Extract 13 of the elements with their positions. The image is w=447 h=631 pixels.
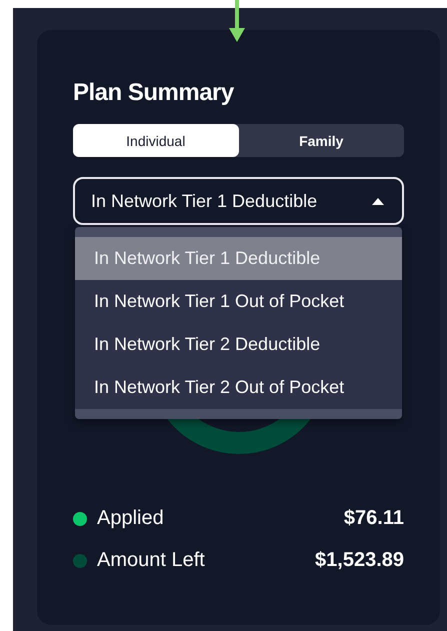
toggle-option[interactable]: Family xyxy=(238,124,404,157)
dropdown-option[interactable]: In Network Tier 1 Out of Pocket xyxy=(75,280,402,323)
dropdown-option[interactable]: In Network Tier 2 Deductible xyxy=(75,323,402,366)
legend-amount: $1,523.89 xyxy=(315,549,404,572)
legend-amount: $76.11 xyxy=(344,507,404,530)
card-title: Plan Summary xyxy=(73,78,235,108)
caret-icon xyxy=(372,198,384,204)
down-arrow xyxy=(229,0,245,42)
plan-dropdown[interactable]: In Network Tier 1 Deductible xyxy=(73,177,404,225)
dropdown-option[interactable]: In Network Tier 2 Out of Pocket xyxy=(75,366,402,409)
toggle-option[interactable]: Individual xyxy=(73,124,238,157)
legend-label: Applied xyxy=(97,507,165,530)
legend-label: Amount Left xyxy=(97,549,206,572)
